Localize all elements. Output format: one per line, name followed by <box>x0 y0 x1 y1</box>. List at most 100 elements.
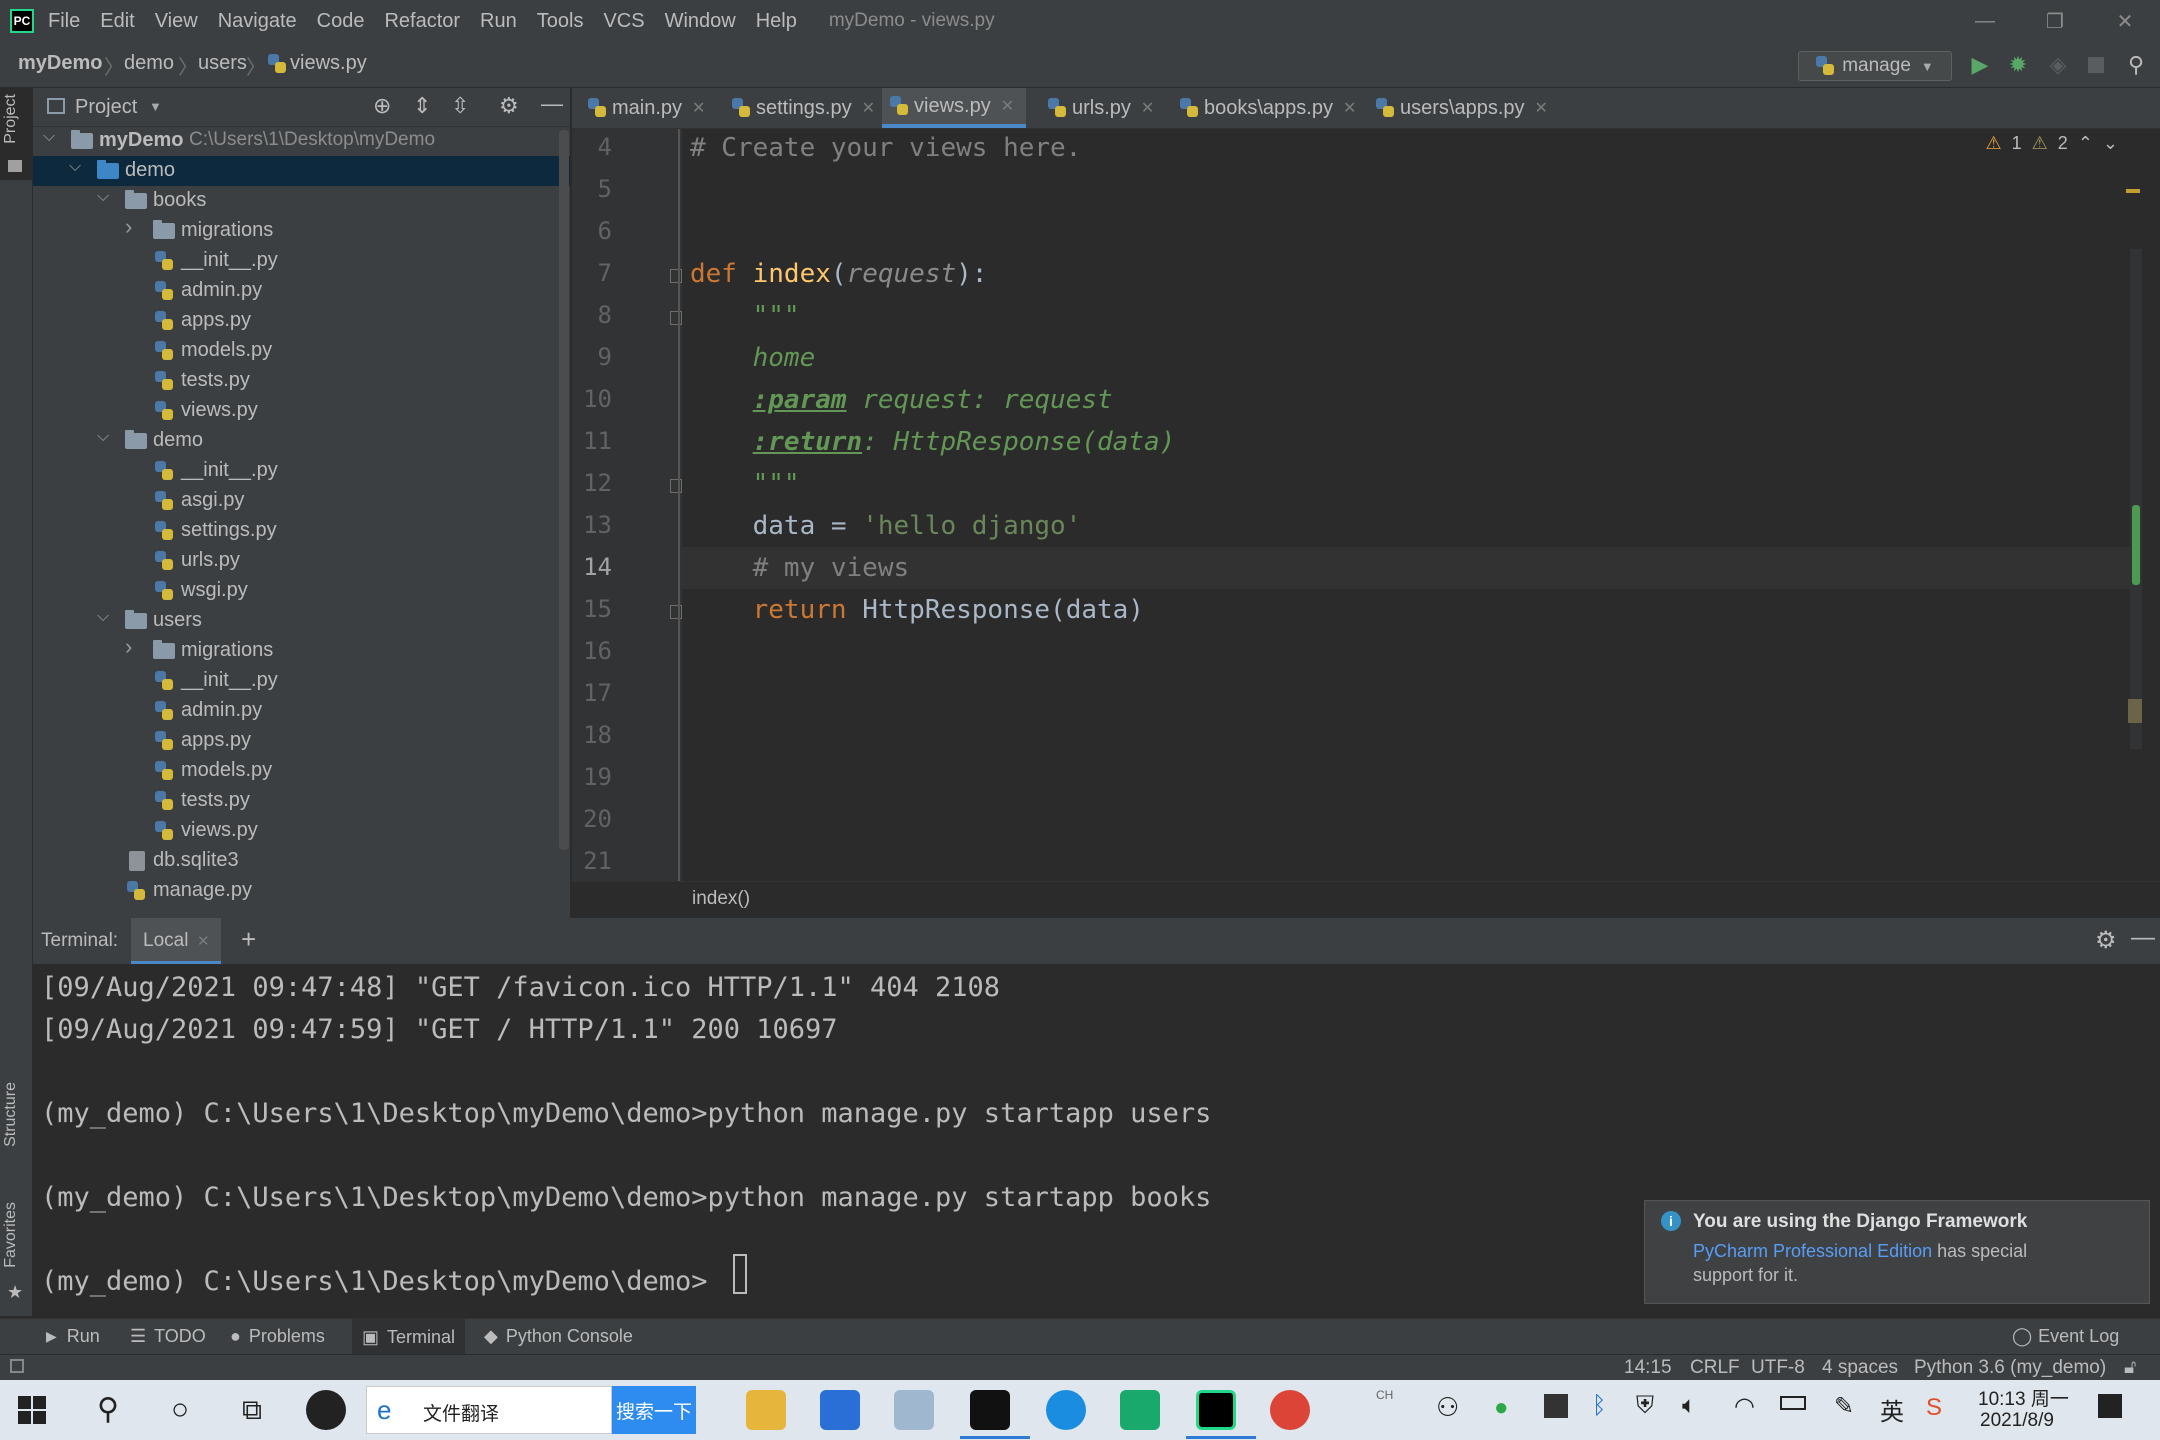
breadcrumb-demo[interactable]: demo <box>124 52 174 75</box>
tree-item[interactable]: views.py <box>33 816 570 846</box>
inspection-widget[interactable]: ⚠ 1 ⚠ 2 ⌃ ⌄ <box>1986 133 2119 154</box>
close-tab-icon[interactable]: ✕ <box>1001 96 1014 116</box>
editor-tab[interactable]: users\apps.py ✕ <box>1368 88 1560 128</box>
task-view-icon[interactable]: ⧉ <box>232 1390 272 1430</box>
run-tool-button[interactable]: ▶ Run <box>46 1326 100 1347</box>
nvidia-icon[interactable] <box>1544 1394 1568 1418</box>
wifi-icon[interactable]: ◠ <box>1734 1392 1755 1421</box>
lock-icon[interactable]: 🔓︎ <box>2124 1357 2136 1379</box>
fold-marker-icon[interactable] <box>670 269 682 283</box>
security-icon[interactable]: ⛨ <box>1636 1392 1654 1420</box>
edge-icon[interactable] <box>1046 1390 1086 1430</box>
layout-icon[interactable] <box>10 1359 24 1373</box>
scrollbar-thumb[interactable] <box>2132 505 2140 585</box>
menu-help[interactable]: Help <box>756 10 797 33</box>
tree-item[interactable]: tests.py <box>33 786 570 816</box>
tree-item[interactable]: settings.py <box>33 516 570 546</box>
gear-icon[interactable]: ⚙ <box>499 93 519 119</box>
menu-run[interactable]: Run <box>480 10 517 33</box>
line-separator[interactable]: CRLF <box>1690 1357 1740 1379</box>
todo-tool-button[interactable]: ☰ TODO <box>130 1326 206 1347</box>
mail-icon[interactable] <box>820 1390 860 1430</box>
hide-panel-icon[interactable]: — <box>2131 924 2155 952</box>
favorites-tool-tab[interactable]: Favorites ★ <box>0 1198 32 1308</box>
tree-item[interactable]: __init__.py <box>33 456 570 486</box>
tree-item[interactable]: apps.py <box>33 726 570 756</box>
minimize-icon[interactable]: — <box>1950 0 2020 42</box>
menu-window[interactable]: Window <box>665 10 736 33</box>
tree-item[interactable]: tests.py <box>33 366 570 396</box>
close-tab-icon[interactable]: ✕ <box>197 932 210 950</box>
editor-scrollbar[interactable] <box>2130 249 2142 749</box>
hide-panel-icon[interactable]: — <box>541 91 563 117</box>
menu-navigate[interactable]: Navigate <box>218 10 297 33</box>
editor-tab[interactable]: books\apps.py ✕ <box>1172 88 1368 128</box>
python-interpreter[interactable]: Python 3.6 (my_demo) <box>1914 1357 2106 1379</box>
tree-item[interactable]: views.py <box>33 396 570 426</box>
editor-tab[interactable]: settings.py ✕ <box>724 88 887 128</box>
menu-view[interactable]: View <box>155 10 198 33</box>
chevron-down-icon[interactable]: ⌵ <box>97 188 109 206</box>
chevron-down-icon[interactable]: ⌵ <box>97 428 109 446</box>
new-terminal-icon[interactable]: + <box>241 924 256 955</box>
taskbar-search-box[interactable]: e 文件翻译 <box>366 1386 612 1434</box>
close-tab-icon[interactable]: ✕ <box>692 98 705 118</box>
terminal-tool-button[interactable]: ▣ Terminal <box>352 1319 466 1355</box>
tree-item[interactable]: urls.py <box>33 546 570 576</box>
tree-item[interactable]: admin.py <box>33 696 570 726</box>
error-stripe-mark[interactable] <box>2126 189 2140 193</box>
fold-marker-icon[interactable] <box>670 479 682 493</box>
coverage-icon[interactable]: ◈ <box>2044 51 2072 79</box>
clock-date[interactable]: 2021/8/9 <box>1980 1410 2054 1432</box>
chevron-right-icon[interactable]: › <box>125 214 132 240</box>
close-tab-icon[interactable]: ✕ <box>1343 98 1356 118</box>
breadcrumb-file[interactable]: views.py <box>290 52 367 75</box>
tree-item[interactable]: __init__.py <box>33 666 570 696</box>
tree-item[interactable]: apps.py <box>33 306 570 336</box>
sogou-icon[interactable]: S <box>1926 1394 1942 1422</box>
tree-item[interactable]: ⌵ books <box>33 186 570 216</box>
tree-item[interactable]: › migrations <box>33 214 570 246</box>
fold-marker-icon[interactable] <box>670 311 682 325</box>
tree-item[interactable]: › migrations <box>33 634 570 666</box>
pycharm-icon[interactable] <box>1196 1390 1236 1430</box>
file-encoding[interactable]: UTF-8 <box>1751 1357 1805 1379</box>
editor-breadcrumb-function[interactable]: index() <box>692 888 750 910</box>
python-console-tool-button[interactable]: ◆ Python Console <box>484 1326 633 1347</box>
menu-tools[interactable]: Tools <box>537 10 584 33</box>
menu-code[interactable]: Code <box>317 10 365 33</box>
clock-time[interactable]: 10:13 周一 <box>1978 1384 2069 1411</box>
volume-icon[interactable]: 🔈︎ <box>1682 1392 1696 1420</box>
locate-icon[interactable]: ⊕ <box>373 93 391 119</box>
caret-position[interactable]: 14:15 <box>1624 1357 1672 1379</box>
tree-item[interactable]: models.py <box>33 336 570 366</box>
run-config-select[interactable]: manage ▼ <box>1798 51 1952 81</box>
run-icon[interactable]: ▶ <box>1966 51 1994 79</box>
tree-root[interactable]: ⌵ myDemo C:\Users\1\Desktop\myDemo <box>33 126 570 156</box>
tree-item[interactable]: admin.py <box>33 276 570 306</box>
tree-item[interactable]: ⌵ demo <box>33 426 570 456</box>
menu-vcs[interactable]: VCS <box>603 10 644 33</box>
chevron-right-icon[interactable]: › <box>125 634 132 660</box>
tree-item[interactable]: models.py <box>33 756 570 786</box>
chevron-down-icon[interactable]: ⌵ <box>69 158 81 176</box>
tree-item[interactable]: wsgi.py <box>33 576 570 606</box>
django-notification[interactable]: i You are using the Django Framework PyC… <box>1644 1200 2150 1304</box>
ime-mode[interactable]: 英 <box>1880 1392 1904 1427</box>
notification-center-icon[interactable] <box>2098 1394 2122 1418</box>
notification-link[interactable]: PyCharm Professional Edition <box>1693 1241 1932 1261</box>
project-view-select[interactable]: Project <box>75 96 137 119</box>
tree-item[interactable]: manage.py <box>33 876 570 906</box>
tree-scrollbar[interactable] <box>559 130 569 850</box>
indent-setting[interactable]: 4 spaces <box>1822 1357 1898 1379</box>
fold-marker-icon[interactable] <box>670 605 682 619</box>
next-highlight-icon[interactable]: ⌄ <box>2103 133 2118 154</box>
input-language-label[interactable]: CH <box>1376 1388 1393 1402</box>
stop-icon[interactable] <box>2082 51 2110 79</box>
close-icon[interactable]: ✕ <box>2090 0 2160 42</box>
taskbar-search-button[interactable]: 搜索一下 <box>612 1386 696 1434</box>
debug-icon[interactable]: ✹ <box>2004 51 2032 79</box>
tray-app-icon[interactable]: ● <box>1494 1394 1509 1422</box>
close-tab-icon[interactable]: ✕ <box>1141 98 1154 118</box>
command-prompt-icon[interactable] <box>970 1390 1010 1430</box>
